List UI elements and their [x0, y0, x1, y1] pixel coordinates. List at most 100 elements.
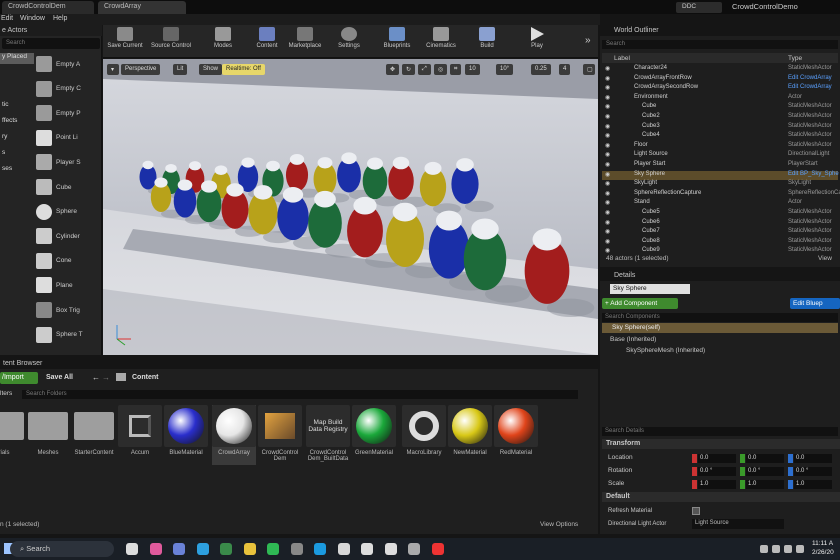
label-column-header[interactable]: Label: [614, 55, 630, 62]
realtime-off-badge[interactable]: Realtime: Off: [222, 64, 265, 75]
outliner-row[interactable]: ◉ Environment Actor: [602, 94, 838, 104]
save-all-button[interactable]: Save All: [44, 372, 84, 384]
filters-button[interactable]: lters: [0, 390, 18, 399]
scale-label[interactable]: Scale: [608, 480, 624, 487]
transform-value-field[interactable]: 1.0: [794, 480, 832, 489]
taskbar-app-icon[interactable]: [243, 543, 256, 555]
eye-icon[interactable]: ◉: [605, 132, 610, 139]
outliner-row[interactable]: ◉ SphereReflectionCapture SphereReflection…: [602, 190, 840, 200]
transform-value-field[interactable]: 0.0 °: [794, 467, 832, 476]
taskbar-app-icon[interactable]: [314, 543, 326, 555]
search-components-input[interactable]: Search Components: [602, 313, 838, 322]
settings-button[interactable]: Settings: [329, 27, 369, 57]
eye-icon[interactable]: ◉: [605, 199, 610, 206]
eye-icon[interactable]: ◉: [605, 228, 610, 235]
outliner-row[interactable]: ◉ Player Start PlayerStart: [602, 161, 838, 171]
asset-tile[interactable]: NewMaterial: [448, 405, 492, 465]
taskbar-app-icon[interactable]: [290, 543, 303, 555]
eye-icon[interactable]: ◉: [605, 219, 610, 226]
eye-icon[interactable]: ◉: [605, 84, 610, 91]
mesh-component-row[interactable]: SkySphereMesh (Inherited): [626, 347, 705, 354]
outliner-row[interactable]: ◉ Cube3 StaticMeshActor: [602, 123, 838, 133]
taskbar-search[interactable]: ⌕ Search: [10, 541, 114, 557]
asset-tile[interactable]: CrowdArray: [212, 405, 256, 465]
asset-tile[interactable]: Map Build Data Registry CrowdControl Dem_…: [306, 405, 350, 465]
asset-tile[interactable]: RedMaterial: [494, 405, 538, 465]
category-geometry[interactable]: ry: [0, 133, 34, 140]
outliner-row[interactable]: ◉ SkyLight SkyLight: [602, 180, 838, 190]
transform-value-field[interactable]: 0.0: [698, 454, 736, 463]
actor-item[interactable]: Plane: [36, 274, 100, 296]
eye-icon[interactable]: ◉: [605, 209, 610, 216]
maximize-icon[interactable]: ▢: [583, 64, 595, 75]
actor-item[interactable]: Empty A: [36, 53, 100, 75]
transform-value-field[interactable]: 1.0: [698, 480, 736, 489]
outliner-row[interactable]: ◉ Light Source DirectionalLight: [602, 151, 838, 161]
transform-value-field[interactable]: 1.0: [746, 480, 784, 489]
taskbar-app-icon[interactable]: [173, 543, 185, 555]
eye-icon[interactable]: ◉: [605, 113, 610, 120]
cinematics-button[interactable]: Cinematics: [419, 27, 463, 57]
asset-tile[interactable]: Meshes: [26, 405, 70, 465]
modes-button[interactable]: Modes: [203, 27, 243, 57]
outliner-row[interactable]: ◉ Stand Actor: [602, 199, 838, 209]
transform-value-field[interactable]: 0.0: [746, 454, 784, 463]
scale-icon[interactable]: ⤢: [418, 64, 431, 75]
eye-icon[interactable]: ◉: [605, 75, 610, 82]
outliner-row[interactable]: ◉ Cube7 StaticMeshActor: [602, 228, 838, 238]
rotate-icon[interactable]: ↻: [402, 64, 416, 75]
tab-crowd-array[interactable]: CrowdArray: [98, 1, 186, 14]
taskbar-app-icon[interactable]: [267, 543, 279, 555]
transform-section[interactable]: Transform: [602, 439, 840, 449]
type-column-header[interactable]: Type: [788, 55, 802, 62]
outliner-row[interactable]: ◉ Cube5 StaticMeshActor: [602, 209, 838, 219]
asset-tile[interactable]: BlueMaterial: [164, 405, 208, 465]
asset-tile[interactable]: MacroLibrary: [402, 405, 446, 465]
source-control-button[interactable]: Source Control: [147, 27, 195, 57]
taskbar-app-icon[interactable]: [126, 543, 138, 555]
transform-value-field[interactable]: 0.0 °: [698, 467, 736, 476]
back-arrow-icon[interactable]: ←: [92, 373, 100, 382]
taskbar-app-icon[interactable]: [196, 543, 209, 555]
eye-icon[interactable]: ◉: [605, 180, 610, 187]
outliner-row[interactable]: ◉ CrowdArrayFrontRow Edit CrowdArray: [602, 75, 838, 85]
menu-window[interactable]: Window: [20, 15, 45, 22]
forward-arrow-icon[interactable]: →: [102, 373, 110, 382]
category-all-classes[interactable]: ses: [0, 165, 34, 172]
actor-item[interactable]: Player S: [36, 151, 100, 173]
viewport-options-button[interactable]: ▾: [107, 64, 119, 75]
actor-item[interactable]: Cone: [36, 250, 100, 272]
outliner-row[interactable]: ◉ Cube6 StaticMeshActor: [602, 219, 838, 229]
actor-item[interactable]: Point Li: [36, 127, 100, 149]
import-button[interactable]: /Import: [0, 372, 38, 384]
actor-item[interactable]: Cube: [36, 176, 100, 198]
eye-icon[interactable]: ◉: [605, 123, 610, 130]
taskbar-app-icon[interactable]: [384, 543, 397, 555]
add-component-button[interactable]: + Add Component: [602, 298, 678, 309]
self-component-row[interactable]: Sky Sphere(self): [602, 323, 838, 333]
tab-level[interactable]: CrowdControlDem: [2, 1, 94, 14]
taskbar-app-icon[interactable]: [361, 543, 373, 555]
search-assets-input[interactable]: Search Folders: [22, 390, 578, 399]
eye-icon[interactable]: ◉: [605, 103, 610, 110]
actor-item[interactable]: Cylinder: [36, 225, 100, 247]
taskbar-app-icon[interactable]: [149, 543, 162, 555]
actor-item[interactable]: Empty C: [36, 78, 100, 100]
outliner-row[interactable]: ◉ Floor StaticMeshActor: [602, 142, 838, 152]
outliner-search-input[interactable]: Search: [602, 40, 838, 49]
actor-item[interactable]: Sphere: [36, 201, 100, 223]
actor-item[interactable]: Sphere T: [36, 324, 100, 346]
refresh-material-checkbox[interactable]: [692, 507, 700, 515]
asset-tile[interactable]: Accum: [118, 405, 162, 465]
show-button[interactable]: Show: [199, 64, 223, 75]
outliner-row[interactable]: ◉ Sky Sphere Edit BP_Sky_Sphe: [602, 170, 839, 181]
actor-item[interactable]: Empty P: [36, 102, 100, 124]
outliner-row[interactable]: ◉ Character24 StaticMeshActor: [602, 65, 838, 75]
content-path[interactable]: Content: [132, 374, 158, 381]
level-viewport[interactable]: ▾ Perspective Lit Show Realtime: Off ✥ ↻…: [103, 59, 598, 355]
lit-button[interactable]: Lit: [173, 64, 188, 75]
menu-help[interactable]: Help: [53, 15, 67, 22]
eye-icon[interactable]: ◉: [605, 142, 610, 149]
outliner-row[interactable]: ◉ CrowdArraySecondRow Edit CrowdArray: [602, 84, 838, 94]
eye-icon[interactable]: ◉: [605, 161, 610, 168]
